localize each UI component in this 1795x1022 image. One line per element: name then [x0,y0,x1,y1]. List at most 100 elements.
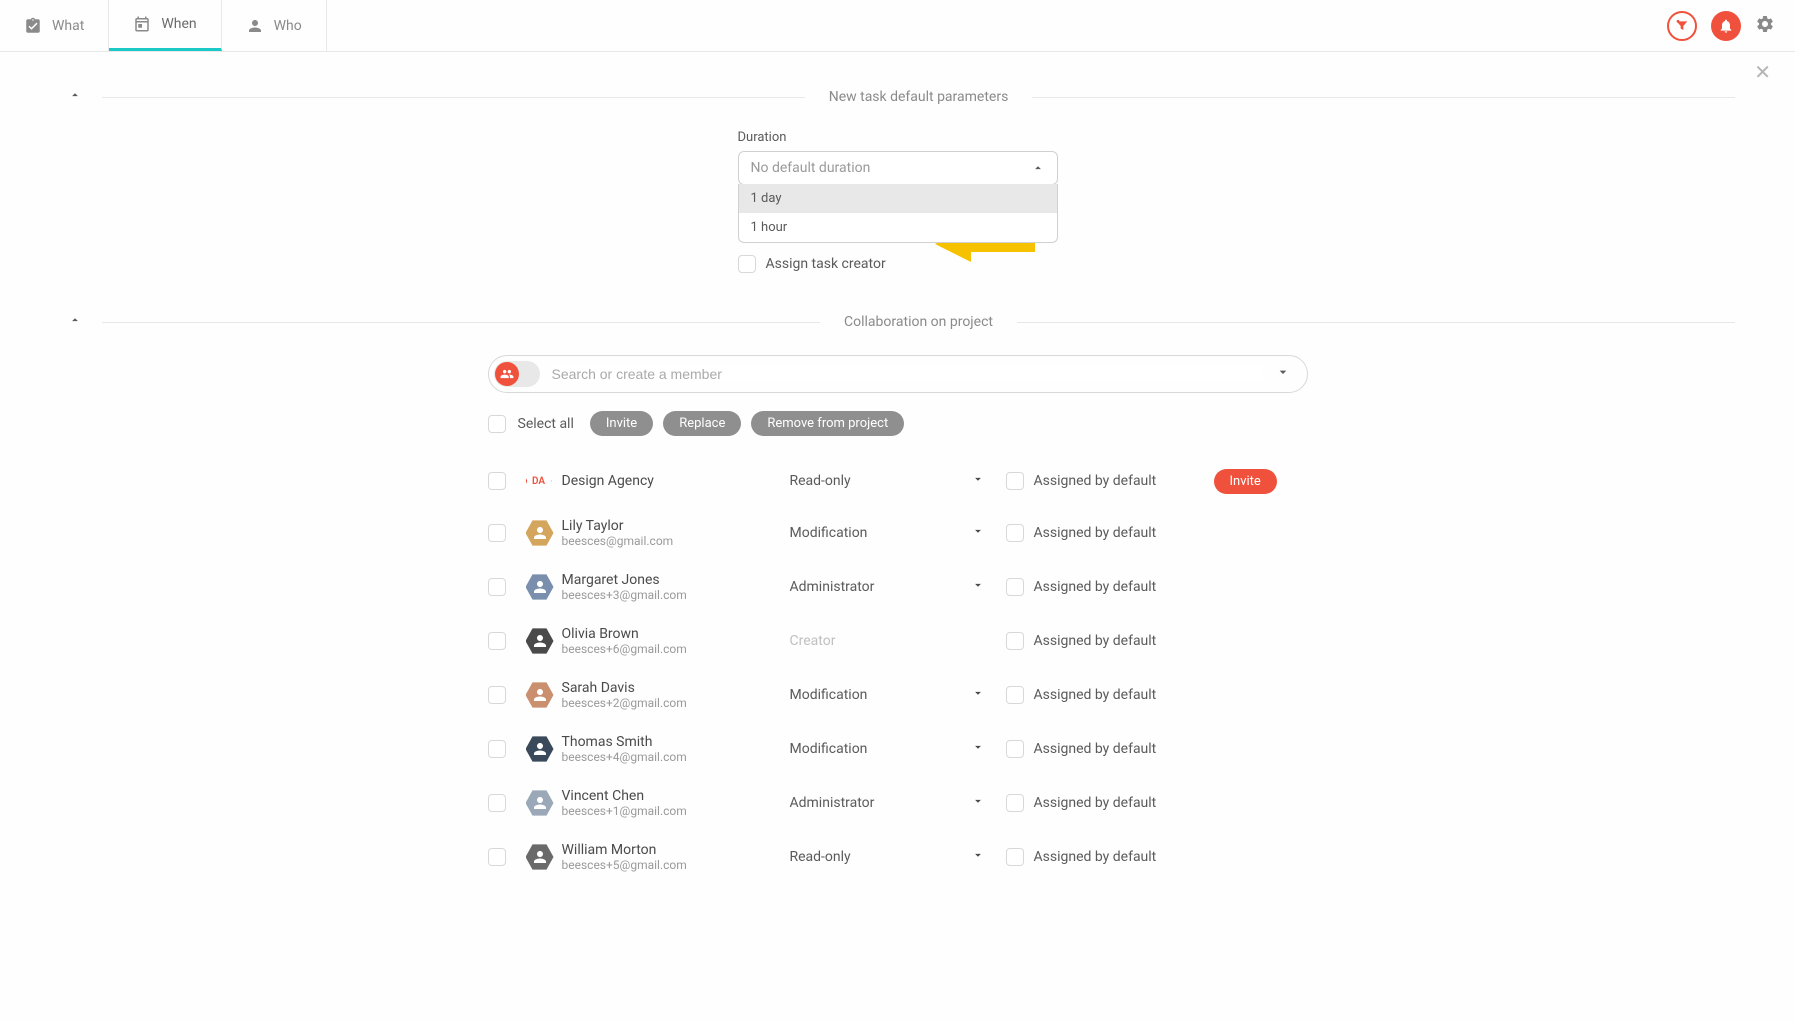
member-role[interactable]: Read-only [790,473,950,489]
role-dropdown-toggle[interactable] [958,848,998,866]
invite-member-button[interactable]: Invite [1214,469,1277,494]
member-role[interactable]: Read-only [790,849,950,865]
member-checkbox[interactable] [488,524,506,542]
member-role[interactable]: Modification [790,525,950,541]
member-checkbox[interactable] [488,686,506,704]
assigned-checkbox[interactable] [1006,794,1024,812]
role-dropdown-toggle[interactable] [958,794,998,812]
assigned-label: Assigned by default [1034,687,1157,703]
member-email: beesces+3@gmail.com [562,588,782,602]
tab-who-label: Who [274,18,302,34]
member-checkbox[interactable] [488,794,506,812]
member-email: beesces+6@gmail.com [562,642,782,656]
assigned-by-default: Assigned by default [1006,794,1206,812]
member-search-input[interactable] [552,366,1263,382]
member-name: William Morton [562,842,782,858]
duration-option-1day[interactable]: 1 day [739,184,1057,213]
duration-select[interactable]: No default duration [738,151,1058,185]
collapse-defaults[interactable] [60,88,90,106]
avatar [526,843,554,871]
avatar [526,735,554,763]
role-dropdown-toggle[interactable] [958,686,998,704]
assigned-label: Assigned by default [1034,525,1157,541]
assigned-checkbox[interactable] [1006,632,1024,650]
assigned-label: Assigned by default [1034,633,1157,649]
section-defaults-header: New task default parameters [60,88,1735,106]
member-checkbox[interactable] [488,578,506,596]
assigned-by-default: Assigned by default [1006,472,1206,490]
assigned-by-default: Assigned by default [1006,632,1206,650]
member-checkbox[interactable] [488,632,506,650]
duration-dropdown: 1 day 1 hour [738,184,1058,243]
assigned-checkbox[interactable] [1006,578,1024,596]
section-collab-header: Collaboration on project [60,313,1735,331]
add-filter-button[interactable] [1667,11,1697,41]
assigned-label: Assigned by default [1034,795,1157,811]
member-role[interactable]: Modification [790,741,950,757]
tab-when[interactable]: When [109,0,221,51]
role-dropdown-toggle[interactable] [958,578,998,596]
chevron-down-icon [971,472,985,486]
role-dropdown-toggle[interactable] [958,472,998,490]
avatar [526,789,554,817]
remove-button[interactable]: Remove from project [751,411,904,436]
member-info: Olivia Brownbeesces+6@gmail.com [562,626,782,656]
member-checkbox[interactable] [488,848,506,866]
member-role[interactable]: Administrator [790,795,950,811]
member-name: Lily Taylor [562,518,782,534]
member-name: Olivia Brown [562,626,782,642]
role-dropdown-toggle[interactable] [958,740,998,758]
assign-creator-checkbox[interactable] [738,255,756,273]
calendar-icon [133,15,151,33]
member-row: Lily Taylorbeesces@gmail.com Modification… [488,506,1308,560]
chevron-down-icon [971,740,985,754]
collapse-collab[interactable] [60,313,90,331]
member-checkbox[interactable] [488,740,506,758]
duration-option-1hour[interactable]: 1 hour [739,213,1057,242]
member-info: William Mortonbeesces+5@gmail.com [562,842,782,872]
chevron-up-icon [68,313,82,327]
assigned-checkbox[interactable] [1006,524,1024,542]
member-row: Margaret Jonesbeesces+3@gmail.com Adminis… [488,560,1308,614]
role-dropdown-toggle[interactable] [958,524,998,542]
tab-who[interactable]: Who [222,0,327,51]
assigned-checkbox[interactable] [1006,848,1024,866]
member-email: beesces+2@gmail.com [562,696,782,710]
member-role[interactable]: Modification [790,687,950,703]
tab-when-label: When [161,16,196,32]
member-search-row [488,355,1308,393]
replace-button[interactable]: Replace [663,411,741,436]
assigned-by-default: Assigned by default [1006,686,1206,704]
assigned-by-default: Assigned by default [1006,578,1206,596]
chevron-down-icon [971,578,985,592]
member-role[interactable]: Administrator [790,579,950,595]
close-button[interactable]: ✕ [1754,60,1771,84]
assigned-checkbox[interactable] [1006,740,1024,758]
select-all-checkbox[interactable] [488,415,506,433]
member-row: Sarah Davisbeesces+2@gmail.comModificati… [488,668,1308,722]
member-type-toggle[interactable] [494,361,540,387]
select-all-label: Select all [518,416,574,432]
member-info: Thomas Smithbeesces+4@gmail.com [562,734,782,764]
member-info: Lily Taylorbeesces@gmail.com [562,518,782,548]
avatar: DA [526,468,552,494]
assigned-checkbox[interactable] [1006,686,1024,704]
avatar [526,519,554,547]
member-row: Thomas Smithbeesces+4@gmail.com Modificat… [488,722,1308,776]
member-checkbox[interactable] [488,472,506,490]
chevron-down-icon [971,686,985,700]
member-email: beesces+1@gmail.com [562,804,782,818]
avatar [526,573,554,601]
chevron-down-icon [1275,364,1291,380]
member-search-expand[interactable] [1275,364,1291,384]
member-email: beesces@gmail.com [562,534,782,548]
settings-button[interactable] [1755,14,1775,38]
bell-icon [1718,18,1734,34]
invite-all-button[interactable]: Invite [590,411,653,436]
tab-what[interactable]: What [0,0,109,51]
member-info: Margaret Jonesbeesces+3@gmail.com [562,572,782,602]
top-tabs: What When Who [0,0,327,51]
assigned-checkbox[interactable] [1006,472,1024,490]
member-email: beesces+5@gmail.com [562,858,782,872]
notifications-button[interactable] [1711,11,1741,41]
